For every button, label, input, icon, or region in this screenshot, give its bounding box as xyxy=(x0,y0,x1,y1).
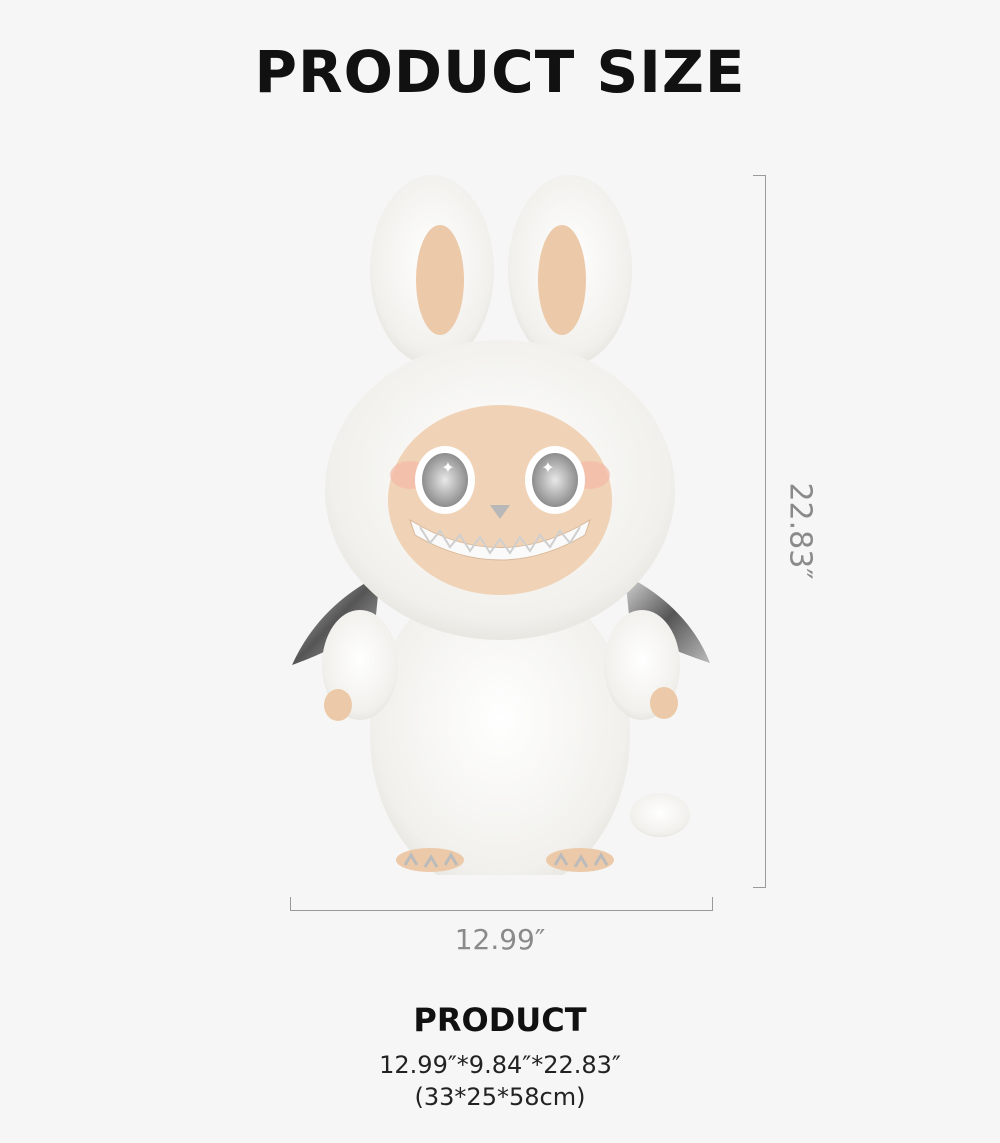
width-dimension-label: 12.99″ xyxy=(454,923,546,956)
width-dimension-cap-right xyxy=(712,897,713,911)
page-title: PRODUCT SIZE xyxy=(254,38,746,106)
product-size-inches: 12.99″*9.84″*22.83″ xyxy=(379,1051,621,1079)
product-heading: PRODUCT xyxy=(413,1001,587,1039)
height-dimension-label: 22.83″ xyxy=(782,482,818,580)
svg-text:✦: ✦ xyxy=(441,458,454,477)
height-dimension-line xyxy=(765,175,766,887)
product-figure-image: ✦ ✦ xyxy=(292,175,710,875)
width-dimension-line xyxy=(290,910,713,911)
product-size-cm: (33*25*58cm) xyxy=(414,1083,586,1111)
height-dimension-cap-bottom xyxy=(753,887,766,888)
width-dimension-cap-left xyxy=(290,897,291,911)
height-dimension-cap-top xyxy=(753,175,766,176)
svg-text:✦: ✦ xyxy=(541,458,554,477)
